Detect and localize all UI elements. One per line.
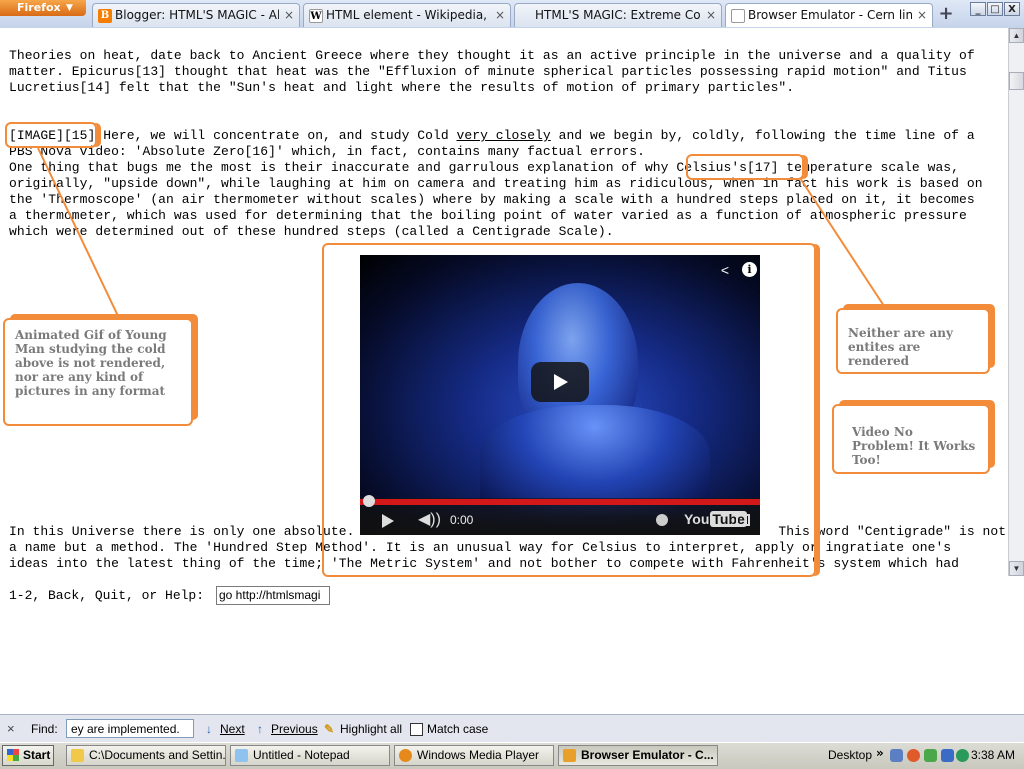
highlight-all-button[interactable]: ✎ Highlight all [322,722,402,736]
notepad-icon [235,749,248,762]
text-line: originally, "upside down", while laughin… [9,176,983,191]
scroll-down-arrow-icon[interactable]: ▼ [1009,561,1024,576]
wikipedia-icon: W [309,9,323,23]
celsius-highlight-box [686,154,804,180]
dropdown-arrow-icon: ▼ [66,3,73,13]
taskbar-item-notepad[interactable]: Untitled - Notepad [230,745,390,766]
close-tab-icon[interactable]: × [494,9,506,21]
match-case-label: Match case [427,722,489,736]
taskbar-item-label: Windows Media Player [417,748,540,762]
highlight-all-label: Highlight all [340,722,403,736]
taskbar-item-label: Untitled - Notepad [253,748,350,762]
tray-expand-icon[interactable]: » [876,746,884,760]
network-tray-icon[interactable] [890,749,903,762]
find-bar: × Find: ey are implemented. ↓ Next ↑ Previ… [0,714,1024,743]
find-previous-label: Previous [271,722,318,736]
command-input[interactable]: go http://htmlsmagi [216,586,330,605]
tab-strip: Firefox ▼ B Blogger: HTML'S MAGIC - All … [0,0,1024,29]
taskbar-item-label: Browser Emulator - C... [581,748,714,762]
match-case-checkbox[interactable] [410,723,423,736]
tab-label: Browser Emulator - Cern line mo... [748,8,912,22]
text-line: a thermometer, which was used for determ… [9,208,967,223]
close-window-button[interactable]: X [1004,2,1020,16]
text-line: Theories on heat, date back to Ancient G… [9,48,975,63]
image-not-rendered-callout: Animated Gif of Young Man studying the c… [3,318,193,426]
close-tab-icon[interactable]: × [283,9,295,21]
start-label: Start [23,748,51,762]
image-highlight-box [5,122,97,148]
maximize-button[interactable]: □ [987,2,1003,16]
close-tab-icon[interactable]: × [705,9,717,21]
media-player-icon [399,749,412,762]
browser-emulator-icon [563,749,576,762]
blogger-icon: B [98,9,112,23]
folder-icon [71,749,84,762]
taskbar: Start C:\Documents and Settin... Untitle… [0,742,1024,769]
close-find-bar-icon[interactable]: × [7,721,15,736]
taskbar-item-media-player[interactable]: Windows Media Player [394,745,554,766]
text-line: the 'Thermoscope' (an air thermometer wi… [9,192,975,207]
vertical-scrollbar[interactable]: ▲ ▼ [1008,28,1024,576]
tab-wikipedia[interactable]: W HTML element - Wikipedia, the fr... × [303,3,511,27]
scroll-up-arrow-icon[interactable]: ▲ [1009,28,1024,43]
text-line: matter. Epicurus[13] thought that heat w… [9,64,967,79]
tab-label: Blogger: HTML'S MAGIC - All posts [115,8,279,22]
command-prompt-label: 1-2, Back, Quit, or Help: [9,588,205,603]
text-line: One thing that bugs me the most is their… [9,160,960,175]
taskbar-item-browser-emulator[interactable]: Browser Emulator - C... [558,745,718,766]
windows-logo-icon [7,749,19,761]
find-input[interactable]: ey are implemented. [66,719,194,738]
very-closely-link[interactable]: very closely [457,128,551,143]
tab-blogger[interactable]: B Blogger: HTML'S MAGIC - All posts × [92,3,300,27]
video-works-callout: Video No Problem! It Works Too! [832,404,990,474]
minimize-button[interactable]: _ [970,2,986,16]
text-line: PBS Nova video: 'Absolute Zero[16]' whic… [9,144,645,159]
video-highlight-box [322,243,816,577]
arrow-up-icon: ↑ [257,722,263,736]
find-previous-button[interactable]: ↑ Previous [253,722,318,736]
entities-not-rendered-callout: Neither are any entites are rendered [836,308,990,374]
update-tray-icon[interactable] [924,749,937,762]
close-tab-icon[interactable]: × [916,9,928,21]
blank-page-icon [731,9,745,23]
text-line: [IMAGE][15] Here, we will concentrate on… [9,128,975,143]
scrollbar-thumb[interactable] [1009,72,1024,90]
volume-tray-icon[interactable] [941,749,954,762]
firefox-menu-button[interactable]: Firefox ▼ [0,0,86,16]
find-next-button[interactable]: ↓ Next [202,722,245,736]
find-next-label: Next [220,722,245,736]
tab-label: HTML'S MAGIC: Extreme Cold: A ... [535,8,701,22]
start-button[interactable]: Start [2,745,54,766]
text-line: Lucretius[14] felt that the "Sun's heat … [9,80,795,95]
antivirus-tray-icon[interactable] [907,749,920,762]
highlighter-icon: ✎ [323,722,335,736]
find-label: Find: [31,722,58,736]
tab-htmls-magic[interactable]: HTML'S MAGIC: Extreme Cold: A ... × [514,3,722,27]
tab-browser-emulator[interactable]: Browser Emulator - Cern line mo... × [725,3,933,27]
text-line: which were determined out of these hundr… [9,224,614,239]
clock: 3:38 AM [971,748,1016,762]
firefox-menu-label: Firefox [17,1,61,14]
desktop-toolbar-label[interactable]: Desktop [828,748,872,762]
security-tray-icon[interactable] [956,749,969,762]
arrow-down-icon: ↓ [206,722,212,736]
new-tab-button[interactable]: + [935,4,957,26]
text-span: and we begin by, coldly, following the t… [550,128,975,143]
taskbar-item-explorer[interactable]: C:\Documents and Settin... [66,745,226,766]
tab-label: HTML element - Wikipedia, the fr... [326,8,490,22]
taskbar-item-label: C:\Documents and Settin... [89,748,226,762]
